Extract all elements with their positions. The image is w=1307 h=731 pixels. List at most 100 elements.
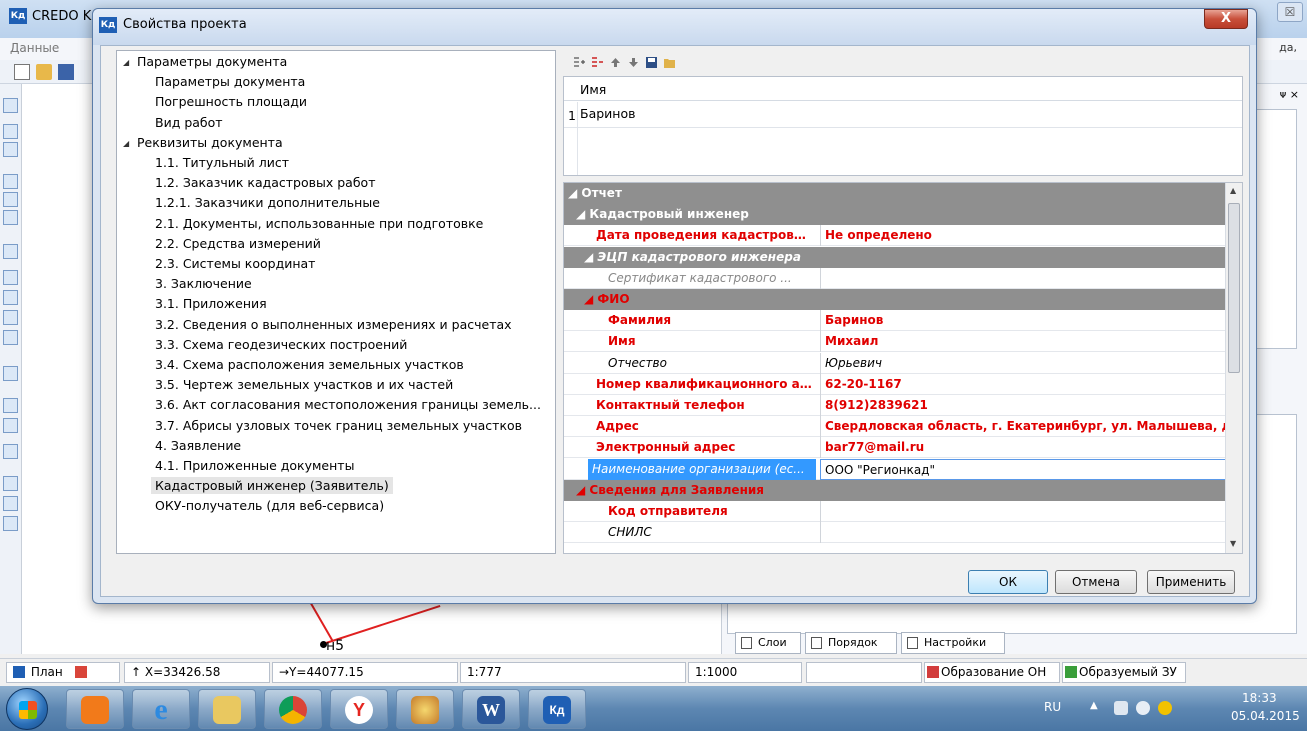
property-row[interactable]: Отчество Юрьевич xyxy=(564,352,1226,374)
close-icon[interactable] xyxy=(74,666,87,678)
tree-item[interactable]: 3.5. Чертеж земельных участков и их част… xyxy=(117,375,555,395)
tree-item[interactable]: 1.1. Титульный лист xyxy=(117,153,555,173)
property-row[interactable]: Электронный адрес bar77@mail.ru xyxy=(564,437,1226,459)
tool-icon[interactable] xyxy=(3,330,18,345)
property-row[interactable]: Имя Михаил xyxy=(564,331,1226,353)
tool-icon[interactable] xyxy=(3,516,18,531)
tree-item[interactable]: 3.7. Абрисы узловых точек границ земельн… xyxy=(117,416,555,436)
tree-item[interactable]: 3.4. Схема расположения земельных участк… xyxy=(117,355,555,375)
taskbar-paint[interactable] xyxy=(396,689,454,729)
language-indicator[interactable]: RU xyxy=(1044,700,1061,714)
tool-icon[interactable] xyxy=(3,444,18,459)
tool-icon[interactable] xyxy=(3,418,18,433)
tree-item[interactable]: ОКУ-получатель (для веб-сервиса) xyxy=(117,496,555,516)
tool-icon[interactable] xyxy=(3,98,18,113)
tab-settings[interactable]: Настройки xyxy=(901,632,1005,654)
menu-item-data[interactable]: Данные xyxy=(10,41,59,55)
apply-button[interactable]: Применить xyxy=(1147,570,1235,594)
property-row[interactable]: Наименование организации (ес... ООО "Реги… xyxy=(564,458,1226,480)
volume-icon[interactable] xyxy=(1136,701,1150,715)
tab-plan[interactable]: План xyxy=(6,662,120,683)
taskbar-app-1[interactable] xyxy=(66,689,124,729)
taskbar-credo[interactable]: Кд xyxy=(528,689,586,729)
tree-item[interactable]: 2.1. Документы, использованные при подго… xyxy=(117,214,555,234)
tool-icon[interactable] xyxy=(3,366,18,381)
property-value[interactable]: Юрьевич xyxy=(820,352,1226,374)
tab-layers[interactable]: Слои xyxy=(735,632,801,654)
clock-time[interactable]: 18:33 xyxy=(1242,691,1277,705)
property-row[interactable]: Код отправителя xyxy=(564,501,1226,522)
tray-expand-icon[interactable]: ▲ xyxy=(1090,700,1098,711)
tree-item[interactable]: 1.2.1. Заказчики дополнительные xyxy=(117,193,555,213)
taskbar-word[interactable]: W xyxy=(462,689,520,729)
open-folder-icon[interactable] xyxy=(36,64,52,80)
property-value[interactable]: 8(912)2839621 xyxy=(820,395,1226,416)
network-icon[interactable] xyxy=(1114,701,1128,715)
property-value[interactable]: 62-20-1167 xyxy=(820,373,1226,395)
tool-icon[interactable] xyxy=(3,210,18,225)
new-file-icon[interactable] xyxy=(14,64,30,80)
tree-item[interactable]: 3.6. Акт согласования местоположения гра… xyxy=(117,395,555,415)
property-row[interactable]: Фамилия Баринов xyxy=(564,310,1226,332)
tool-icon[interactable] xyxy=(3,476,18,491)
move-down-icon[interactable] xyxy=(627,56,640,69)
scroll-thumb[interactable] xyxy=(1228,203,1240,373)
tree-item[interactable]: 4.1. Приложенные документы xyxy=(117,456,555,476)
scroll-down-icon[interactable]: ▼ xyxy=(1230,539,1236,548)
panel-pin-close[interactable]: ᴪ × xyxy=(1280,88,1299,101)
layer-indicator-zu[interactable]: Образуемый ЗУ xyxy=(1062,662,1186,683)
tool-icon[interactable] xyxy=(3,398,18,413)
tree-group[interactable]: ◢ Реквизиты документа xyxy=(117,133,555,153)
tool-icon[interactable] xyxy=(3,496,18,511)
taskbar-yandex[interactable]: Y xyxy=(330,689,388,729)
menu-item-help[interactable]: да, xyxy=(1279,41,1297,54)
clock-date[interactable]: 05.04.2015 xyxy=(1231,709,1300,723)
tool-icon[interactable] xyxy=(3,270,18,285)
property-value[interactable]: bar77@mail.ru xyxy=(820,437,1226,459)
taskbar-chrome[interactable] xyxy=(264,689,322,729)
open-folder-icon[interactable] xyxy=(663,56,676,69)
start-button[interactable] xyxy=(6,688,48,730)
property-section[interactable]: ◢ Кадастровый инженер xyxy=(564,204,1226,226)
property-value[interactable] xyxy=(820,522,1226,544)
taskbar-ie[interactable]: e xyxy=(132,689,190,729)
property-section[interactable]: ◢ Сведения для Заявления xyxy=(564,479,1226,501)
tab-order[interactable]: Порядок xyxy=(805,632,897,654)
close-button[interactable]: X xyxy=(1204,9,1248,29)
property-row[interactable]: Контактный телефон 8(912)2839621 xyxy=(564,395,1226,416)
property-section[interactable]: ◢ ФИО xyxy=(564,289,1226,310)
app-close-button[interactable]: ☒ xyxy=(1277,2,1303,22)
tree-item[interactable]: 4. Заявление xyxy=(117,436,555,456)
property-value[interactable] xyxy=(820,267,1226,289)
tree-item[interactable]: 2.2. Средства измерений xyxy=(117,234,555,254)
tool-icon[interactable] xyxy=(3,290,18,305)
tree-item[interactable]: Параметры документа xyxy=(117,72,555,92)
property-row[interactable]: Сертификат кадастрового ... xyxy=(564,267,1226,289)
expand-triangle-icon[interactable]: ◢ xyxy=(123,134,133,154)
expand-triangle-icon[interactable]: ◢ xyxy=(123,53,133,73)
property-value[interactable]: Михаил xyxy=(820,331,1226,353)
tool-icon[interactable] xyxy=(3,124,18,139)
property-value[interactable]: Не определено xyxy=(820,225,1226,247)
property-value[interactable]: ООО "Регионкад" xyxy=(820,458,1226,480)
table-row[interactable]: 1 Баринов xyxy=(564,102,1242,128)
property-scrollbar[interactable]: ▲ ▼ xyxy=(1225,183,1242,553)
tree-item[interactable]: 3. Заключение xyxy=(117,274,555,294)
save-icon[interactable] xyxy=(645,56,658,69)
property-value[interactable] xyxy=(820,501,1226,522)
tree-item[interactable]: Вид работ xyxy=(117,113,555,133)
property-section[interactable]: ◢ ЭЦП кадастрового инженера xyxy=(564,246,1226,268)
tree-item[interactable]: 1.2. Заказчик кадастровых работ xyxy=(117,173,555,193)
row-name-cell[interactable]: Баринов xyxy=(580,106,635,121)
property-row[interactable]: Адрес Свердловская область, г. Екатеринбу… xyxy=(564,416,1226,438)
property-row[interactable]: СНИЛС xyxy=(564,522,1226,544)
tree-item[interactable]: Кадастровый инженер (Заявитель) xyxy=(117,476,555,496)
layer-indicator-on[interactable]: Образование ОН xyxy=(924,662,1060,683)
taskbar-explorer[interactable] xyxy=(198,689,256,729)
insert-row-icon[interactable] xyxy=(573,56,586,69)
property-row[interactable]: Дата проведения кадастровых... Не определ… xyxy=(564,225,1226,247)
tree-item[interactable]: Погрешность площади xyxy=(117,92,555,112)
scroll-up-icon[interactable]: ▲ xyxy=(1230,186,1236,195)
tree-group[interactable]: ◢ Параметры документа xyxy=(117,52,555,72)
tool-icon[interactable] xyxy=(3,192,18,207)
